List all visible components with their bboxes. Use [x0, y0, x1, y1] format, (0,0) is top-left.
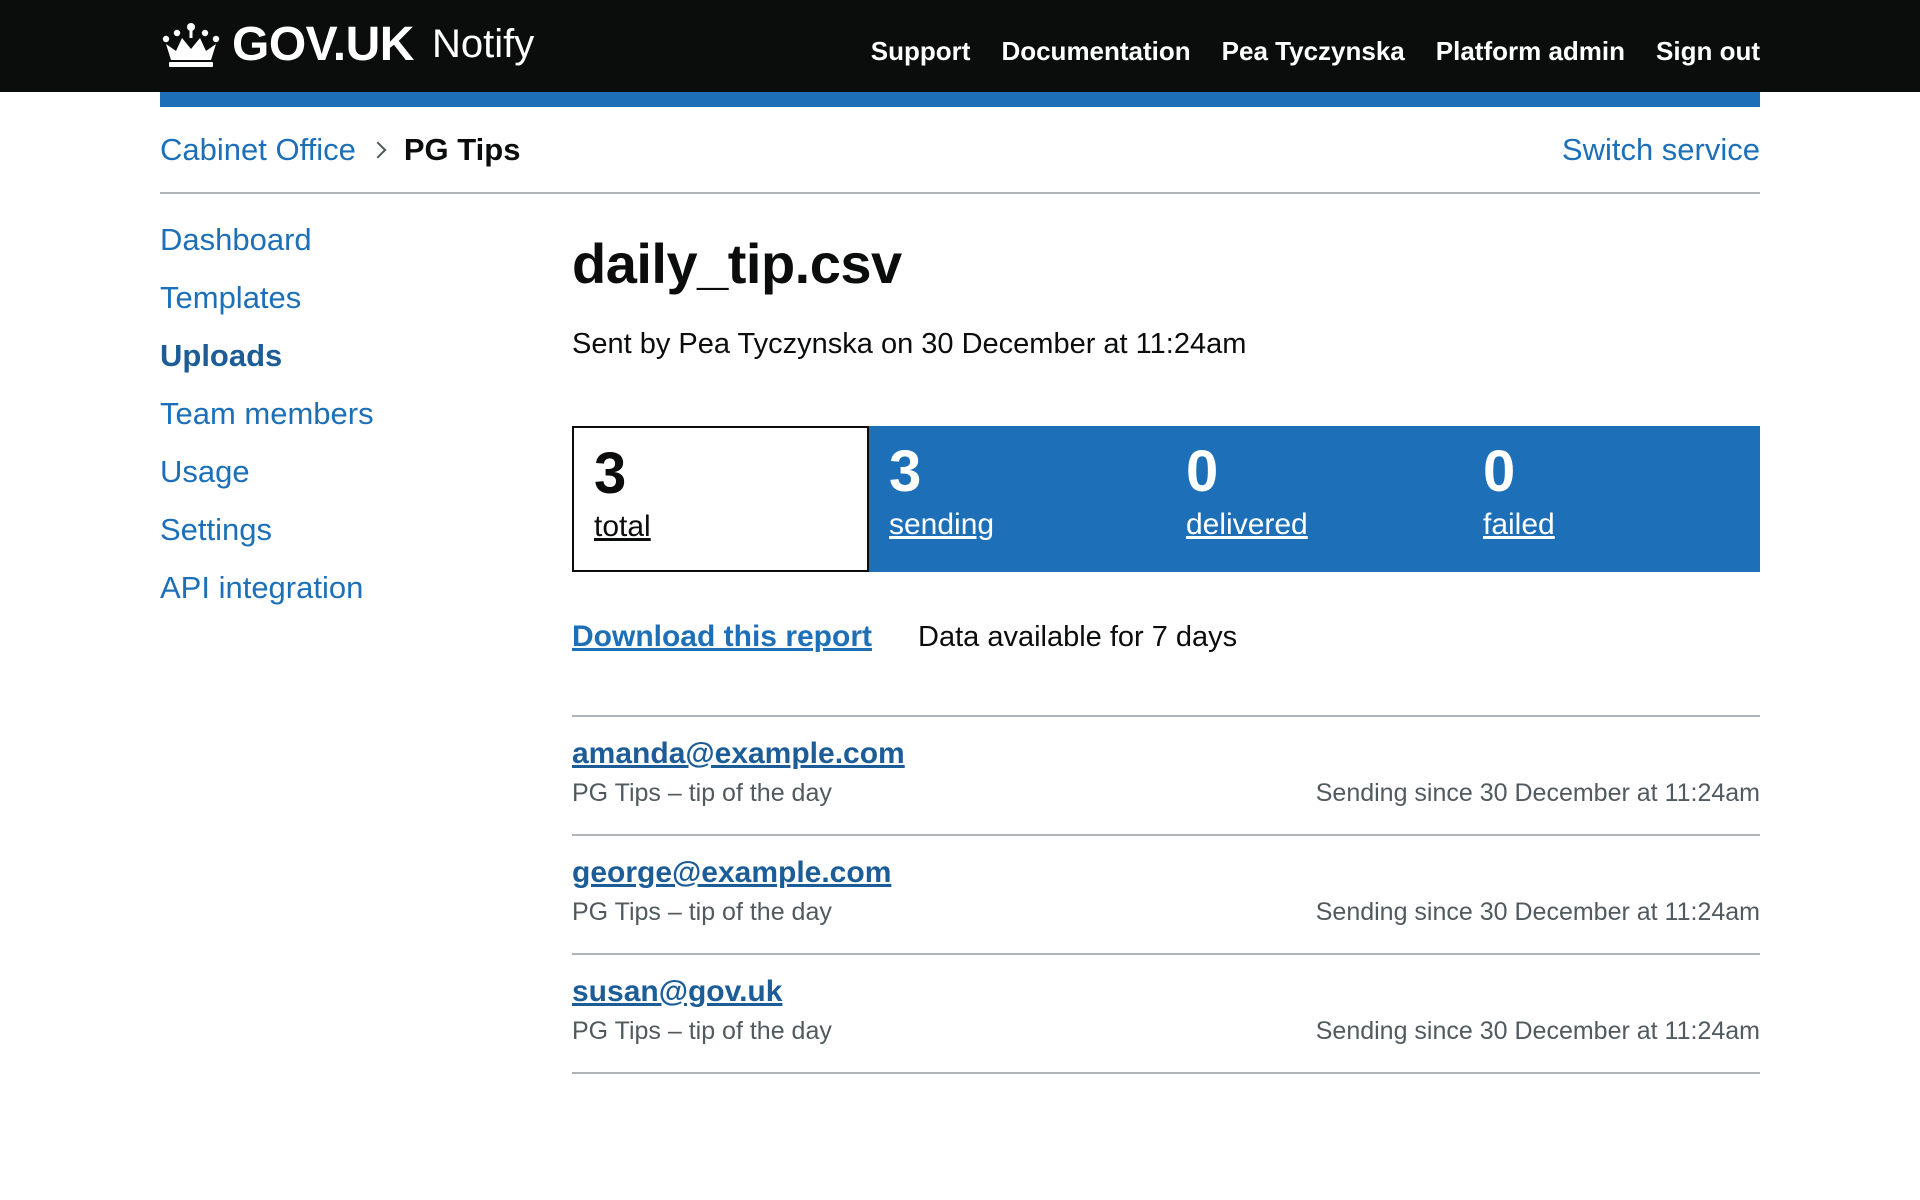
list-item: amanda@example.com PG Tips – tip of the …: [572, 717, 1760, 836]
sidebar-item: Usage: [160, 454, 374, 492]
status-count-tabs: 3 total 3 sending 0 delivered 0 failed: [572, 426, 1760, 572]
sidebar-item-dashboard[interactable]: Dashboard: [160, 222, 312, 257]
count-label: sending: [889, 508, 995, 541]
logo-text: GOV.UK: [232, 17, 414, 71]
data-availability-text: Data available for 7 days: [918, 621, 1238, 653]
count-number: 0: [1186, 439, 1219, 504]
nav-support-link[interactable]: Support: [871, 36, 971, 67]
list-item: george@example.com PG Tips – tip of the …: [572, 836, 1760, 955]
count-number: 0: [1483, 439, 1516, 504]
count-tab-failed[interactable]: 0 failed: [1463, 426, 1760, 572]
site-header: GOV.UK Notify Support Documentation Pea …: [0, 0, 1920, 92]
template-name: PG Tips – tip of the day: [572, 898, 832, 926]
template-name: PG Tips – tip of the day: [572, 1017, 832, 1045]
status-text: Sending since 30 December at 11:24am: [1315, 898, 1760, 926]
recipient-link[interactable]: susan@gov.uk: [572, 975, 782, 1009]
sidebar-item: API integration: [160, 570, 374, 608]
nav-user-profile-link[interactable]: Pea Tyczynska: [1222, 36, 1405, 67]
sidebar-item-usage[interactable]: Usage: [160, 454, 250, 489]
sidebar-item-settings[interactable]: Settings: [160, 512, 272, 547]
header-container: GOV.UK Notify Support Documentation Pea …: [160, 0, 1760, 92]
count-tab-delivered[interactable]: 0 delivered: [1166, 426, 1463, 572]
count-tab-total[interactable]: 3 total: [572, 426, 869, 572]
breadcrumb-organisation-link[interactable]: Cabinet Office: [160, 132, 356, 168]
count-label: failed: [1483, 508, 1555, 541]
notification-list: amanda@example.com PG Tips – tip of the …: [572, 715, 1760, 1074]
sidebar-item: Templates: [160, 280, 374, 318]
product-name: Notify: [431, 21, 535, 66]
header-blue-bar: [160, 92, 1760, 107]
govuk-notify-logo[interactable]: GOV.UK Notify: [160, 14, 534, 74]
sidebar-item: Dashboard: [160, 222, 374, 260]
count-tab-sending[interactable]: 3 sending: [869, 426, 1166, 572]
template-name: PG Tips – tip of the day: [572, 779, 832, 807]
main-content: daily_tip.csv Sent by Pea Tyczynska on 3…: [572, 228, 1760, 1074]
header-navigation: Support Documentation Pea Tyczynska Plat…: [871, 36, 1760, 67]
nav-sign-out-link[interactable]: Sign out: [1656, 36, 1760, 67]
sidebar-item-team-members[interactable]: Team members: [160, 396, 374, 431]
sidebar-navigation: Dashboard Templates Uploads Team members…: [160, 222, 374, 628]
sidebar-item-uploads[interactable]: Uploads: [160, 338, 282, 373]
sidebar-item-api-integration[interactable]: API integration: [160, 570, 363, 605]
count-label: delivered: [1186, 508, 1308, 541]
status-text: Sending since 30 December at 11:24am: [1315, 1017, 1760, 1045]
status-text: Sending since 30 December at 11:24am: [1315, 779, 1760, 807]
nav-platform-admin-link[interactable]: Platform admin: [1436, 36, 1625, 67]
breadcrumb: Cabinet Office PG Tips: [160, 132, 520, 168]
navigation-bar: Cabinet Office PG Tips Switch service: [160, 108, 1760, 194]
download-row: Download this report Data available for …: [572, 620, 1237, 654]
sidebar-item-templates[interactable]: Templates: [160, 280, 301, 315]
nav-documentation-link[interactable]: Documentation: [1001, 36, 1190, 67]
recipient-link[interactable]: george@example.com: [572, 856, 891, 890]
count-number: 3: [889, 439, 922, 504]
recipient-link[interactable]: amanda@example.com: [572, 737, 905, 771]
download-report-link[interactable]: Download this report: [572, 620, 872, 654]
sidebar-item: Team members: [160, 396, 374, 434]
count-label: total: [594, 510, 651, 543]
sidebar-item: Settings: [160, 512, 374, 550]
breadcrumb-service-name: PG Tips: [403, 132, 521, 167]
crown-icon: [162, 23, 220, 67]
count-number: 3: [594, 441, 627, 506]
sidebar-item: Uploads: [160, 338, 374, 376]
switch-service-link[interactable]: Switch service: [1562, 132, 1760, 168]
chevron-right-icon: [369, 141, 387, 159]
list-item: susan@gov.uk PG Tips – tip of the day Se…: [572, 955, 1760, 1074]
sent-by-text: Sent by Pea Tyczynska on 30 December at …: [572, 328, 1247, 360]
page-title: daily_tip.csv: [572, 232, 902, 295]
